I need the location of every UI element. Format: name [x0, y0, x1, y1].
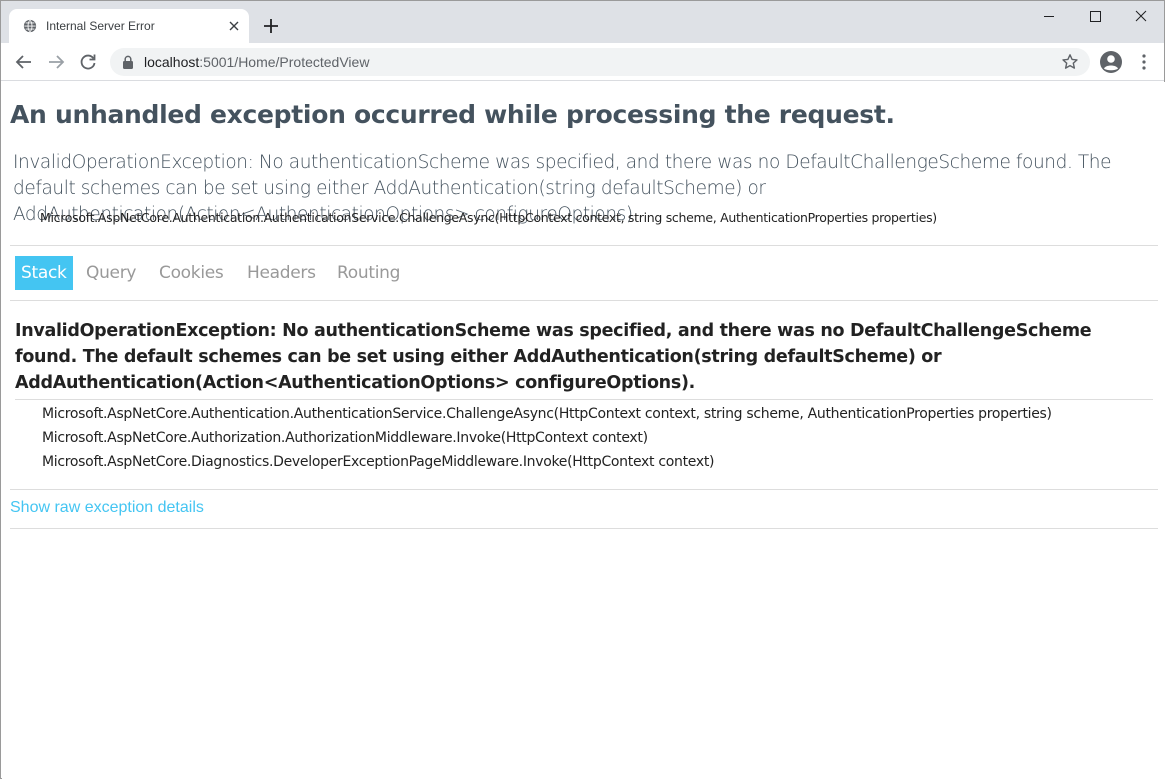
divider	[15, 399, 1153, 400]
divider	[10, 300, 1158, 301]
close-icon[interactable]	[226, 18, 242, 34]
stack-frames: Microsoft.AspNetCore.Authentication.Auth…	[42, 402, 1052, 474]
minimize-icon[interactable]	[1026, 1, 1072, 33]
more-vertical-icon[interactable]	[1134, 52, 1154, 72]
address-bar[interactable]: localhost:5001/Home/ProtectedView	[110, 48, 1090, 76]
url-host: localhost	[144, 54, 200, 70]
summary-location: Microsoft.AspNetCore.Authentication.Auth…	[40, 210, 937, 225]
tab-query[interactable]: Query	[86, 256, 136, 290]
browser-tab[interactable]: Internal Server Error	[9, 9, 249, 43]
tab-cookies[interactable]: Cookies	[159, 256, 224, 290]
page-title: An unhandled exception occurred while pr…	[10, 100, 895, 129]
back-arrow-icon[interactable]	[14, 52, 34, 72]
show-raw-exception-link[interactable]: Show raw exception details	[10, 499, 204, 517]
url-path: :5001/Home/ProtectedView	[199, 54, 370, 70]
star-icon[interactable]	[1061, 53, 1079, 71]
plus-icon[interactable]	[261, 16, 281, 36]
account-icon[interactable]	[1099, 50, 1123, 74]
divider	[10, 528, 1158, 529]
globe-icon	[23, 19, 37, 33]
tab-strip: Internal Server Error	[1, 1, 1164, 43]
page-content: An unhandled exception occurred while pr…	[2, 82, 1165, 779]
lock-icon[interactable]	[122, 55, 134, 69]
tab-stack[interactable]: Stack	[15, 256, 73, 290]
maximize-icon[interactable]	[1072, 1, 1118, 33]
reload-icon[interactable]	[78, 52, 98, 72]
stack-frame[interactable]: Microsoft.AspNetCore.Authentication.Auth…	[42, 402, 1052, 426]
stack-frame[interactable]: Microsoft.AspNetCore.Diagnostics.Develop…	[42, 450, 1052, 474]
window-close-icon[interactable]	[1118, 1, 1164, 33]
url-text[interactable]: localhost:5001/Home/ProtectedView	[144, 54, 369, 70]
browser-toolbar: localhost:5001/Home/ProtectedView	[1, 43, 1164, 81]
tab-routing[interactable]: Routing	[337, 256, 400, 290]
divider	[10, 245, 1158, 246]
exception-title: InvalidOperationException: No authentica…	[15, 321, 1092, 393]
tab-headers[interactable]: Headers	[247, 256, 316, 290]
stack-frame[interactable]: Microsoft.AspNetCore.Authorization.Autho…	[42, 426, 1052, 450]
browser-window: Internal Server Error localhost:5001/Hom…	[0, 0, 1165, 779]
forward-arrow-icon[interactable]	[46, 52, 66, 72]
divider	[10, 489, 1158, 490]
tab-title: Internal Server Error	[46, 19, 155, 33]
